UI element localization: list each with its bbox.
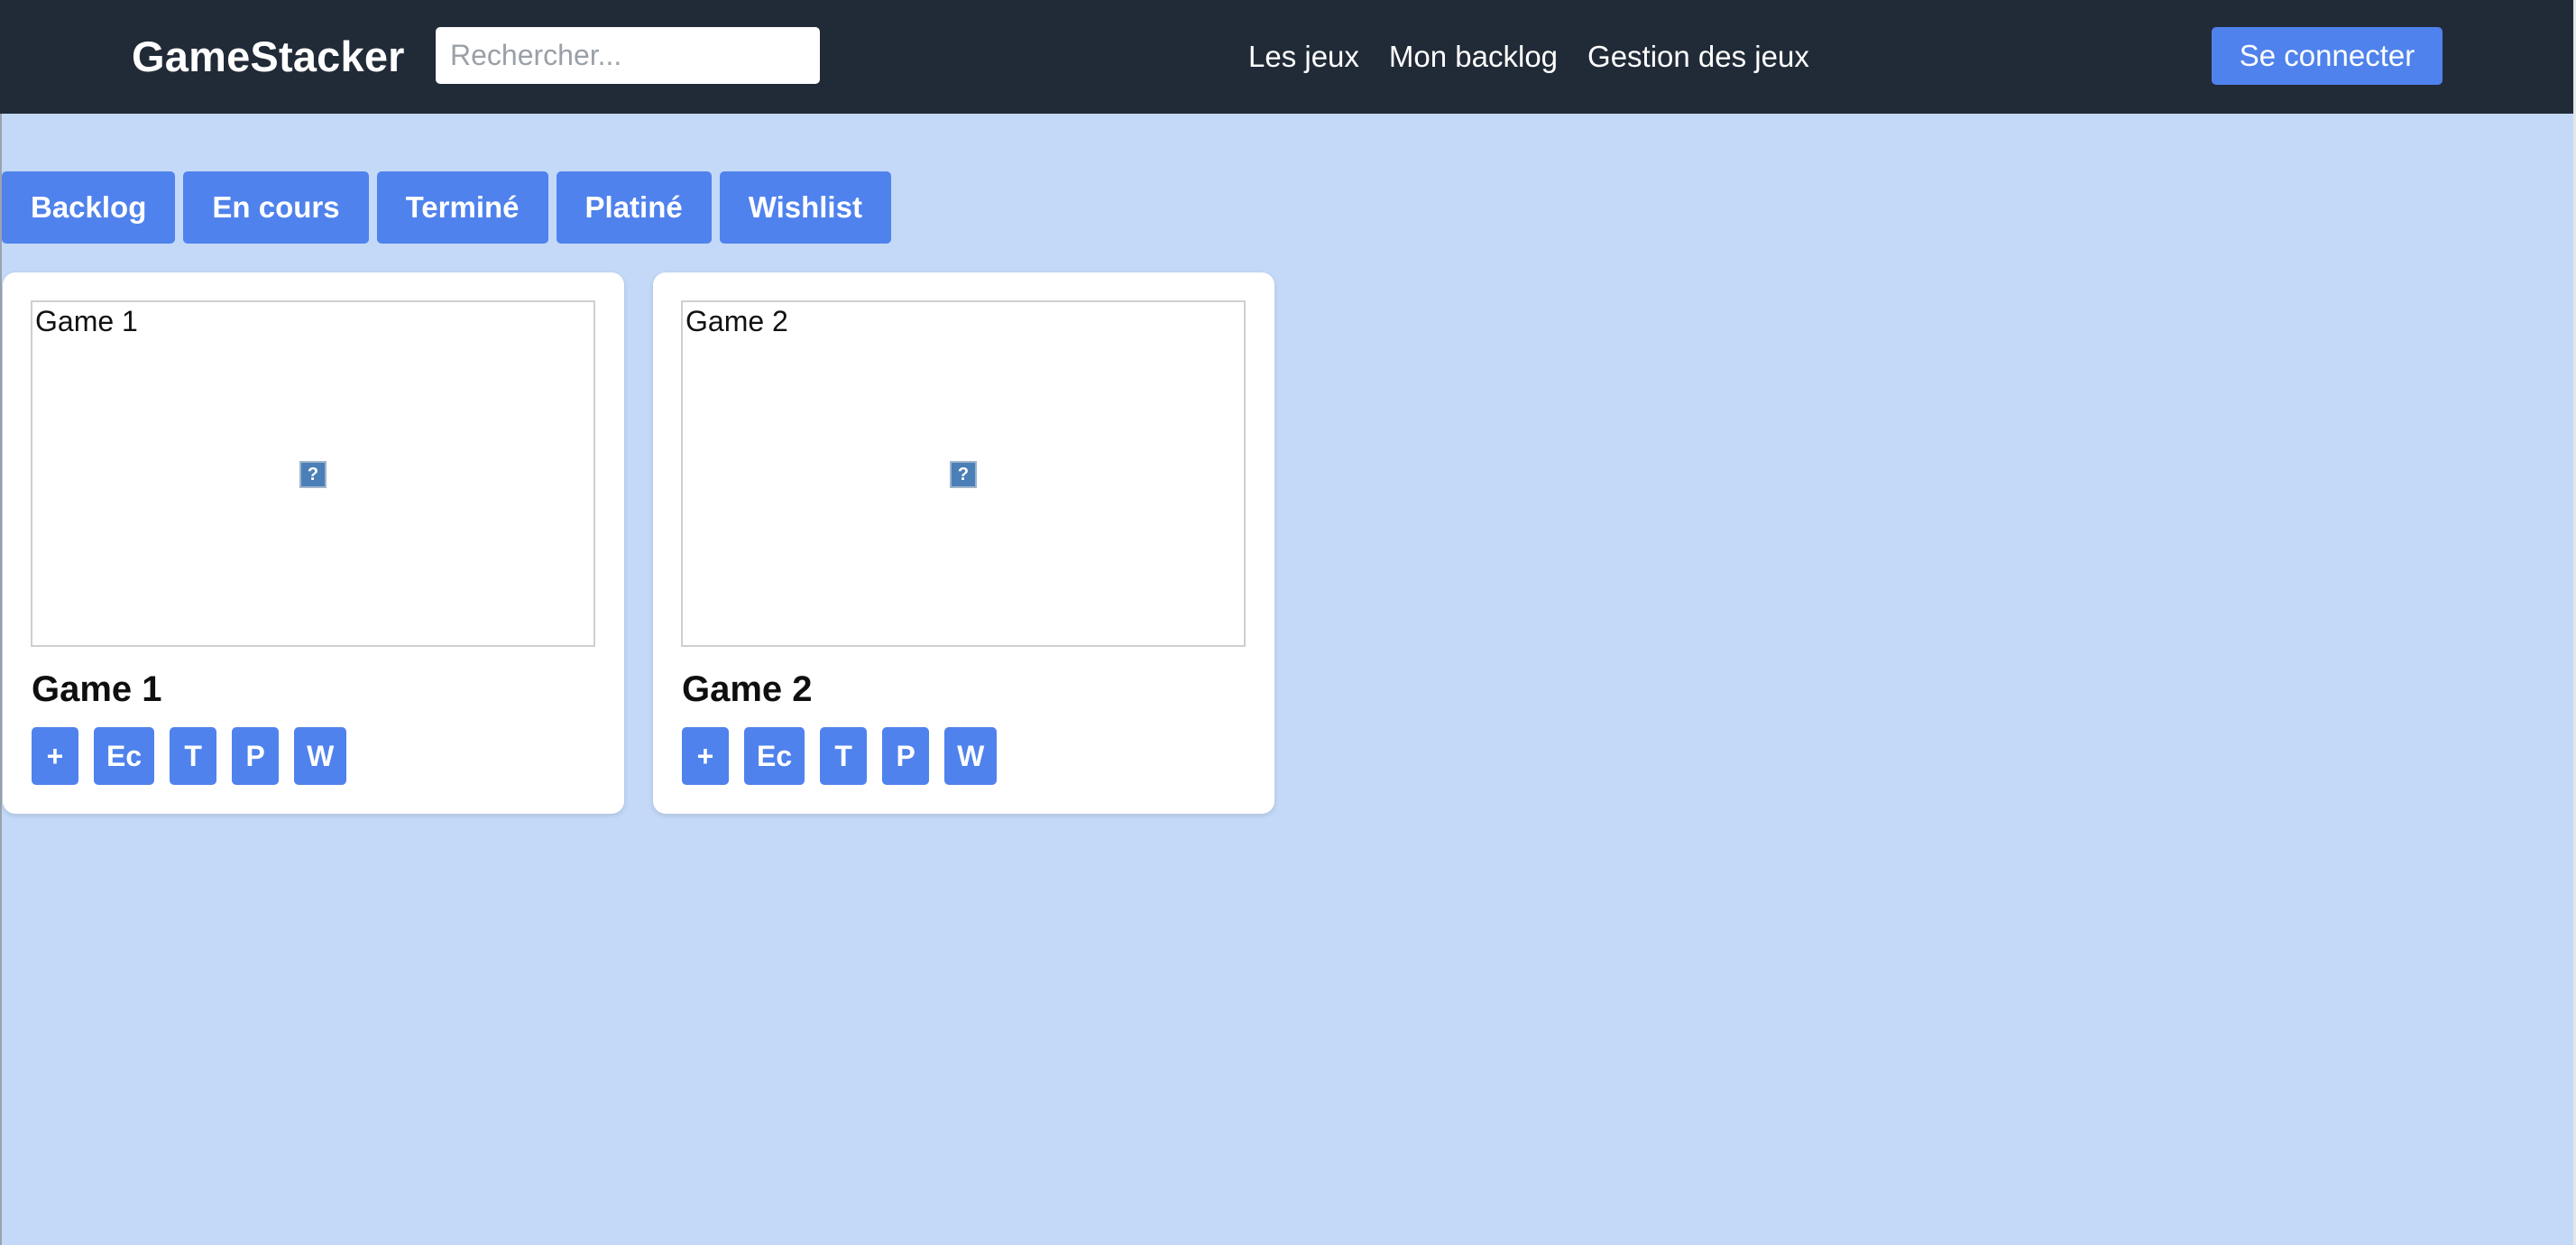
mark-platine-button[interactable]: P bbox=[232, 727, 280, 785]
nav-link-les-jeux[interactable]: Les jeux bbox=[1248, 40, 1359, 74]
image-alt-text: Game 1 bbox=[35, 305, 138, 337]
game-actions: + Ec T P W bbox=[32, 727, 362, 785]
game-card: Game 1 ? Game 1 + Ec T P W bbox=[3, 272, 624, 814]
nav-link-mon-backlog[interactable]: Mon backlog bbox=[1389, 40, 1558, 74]
top-navbar: GameStacker Les jeux Mon backlog Gestion… bbox=[0, 0, 2573, 114]
tab-wishlist[interactable]: Wishlist bbox=[719, 171, 891, 244]
game-title: Game 2 bbox=[682, 669, 813, 709]
mark-en-cours-button[interactable]: Ec bbox=[94, 727, 155, 785]
add-to-backlog-button[interactable]: + bbox=[682, 727, 729, 785]
tab-termine[interactable]: Terminé bbox=[376, 171, 548, 244]
tab-platine[interactable]: Platiné bbox=[556, 171, 712, 244]
add-to-wishlist-button[interactable]: W bbox=[944, 727, 998, 785]
main-nav: Les jeux Mon backlog Gestion des jeux bbox=[1248, 27, 1839, 87]
broken-image-icon: ? bbox=[950, 461, 977, 488]
status-tabs: Backlog En cours Terminé Platiné Wishlis… bbox=[2, 171, 899, 244]
image-alt-text: Game 2 bbox=[685, 305, 788, 337]
mark-en-cours-button[interactable]: Ec bbox=[744, 727, 805, 785]
game-actions: + Ec T P W bbox=[682, 727, 1012, 785]
game-title: Game 1 bbox=[32, 669, 162, 709]
login-button[interactable]: Se connecter bbox=[2212, 27, 2443, 85]
broken-image-icon: ? bbox=[299, 461, 327, 488]
add-to-wishlist-button[interactable]: W bbox=[294, 727, 347, 785]
mark-termine-button[interactable]: T bbox=[820, 727, 868, 785]
mark-platine-button[interactable]: P bbox=[882, 727, 930, 785]
mark-termine-button[interactable]: T bbox=[170, 727, 217, 785]
nav-link-gestion-des-jeux[interactable]: Gestion des jeux bbox=[1587, 40, 1809, 74]
search-input[interactable] bbox=[436, 27, 820, 84]
brand-logo[interactable]: GameStacker bbox=[132, 27, 405, 87]
tab-en-cours[interactable]: En cours bbox=[183, 171, 369, 244]
add-to-backlog-button[interactable]: + bbox=[32, 727, 78, 785]
game-cover-image[interactable]: Game 1 ? bbox=[31, 300, 595, 647]
tab-backlog[interactable]: Backlog bbox=[2, 171, 176, 244]
game-cover-image[interactable]: Game 2 ? bbox=[681, 300, 1246, 647]
game-card: Game 2 ? Game 2 + Ec T P W bbox=[653, 272, 1274, 814]
